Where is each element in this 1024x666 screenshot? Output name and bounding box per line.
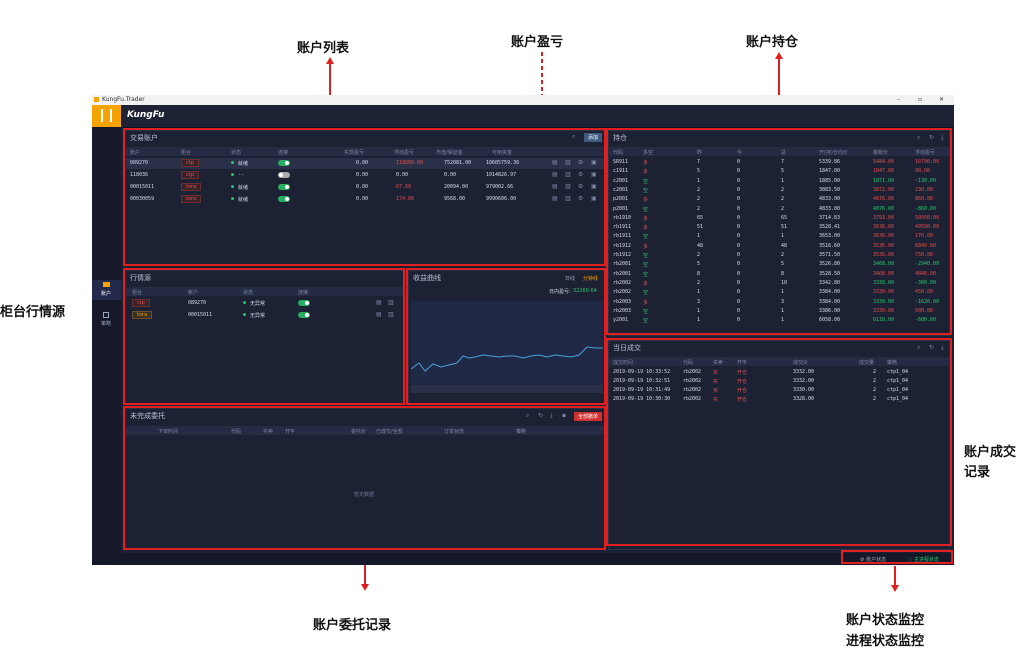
status-bar: ⚙ 账户状态 ◌ 主进程状态	[92, 553, 954, 565]
annotation-account-pnl: 账户盈亏	[511, 35, 564, 50]
highlight-pnl	[406, 268, 606, 405]
annotation-counter-market: 柜台行情源	[0, 305, 66, 320]
annotation-trades-1: 账户成交	[964, 445, 1017, 460]
arrow-head	[891, 585, 899, 592]
arrow-head	[326, 57, 334, 64]
annotation-account-positions: 账户持仓	[746, 35, 799, 50]
highlight-market	[123, 268, 405, 405]
arrow-status	[894, 566, 896, 586]
strategy-icon	[103, 312, 109, 318]
app-icon	[94, 97, 99, 102]
annotation-orders: 账户委托记录	[313, 618, 392, 633]
highlight-orders	[123, 406, 606, 550]
window-title: KungFu.Trader	[102, 96, 145, 103]
brand-name: KungFu	[127, 110, 165, 120]
sidebar-item-label: 账户	[101, 291, 112, 297]
brand-bar: KungFu	[121, 105, 954, 128]
arrow-head	[361, 584, 369, 591]
maximize-button[interactable]: ▫	[918, 96, 922, 103]
sidebar: 账户 策略	[92, 127, 121, 565]
sidebar-item-strategy[interactable]: 策略	[92, 310, 121, 330]
highlight-accounts	[123, 128, 606, 266]
sidebar-item-account[interactable]: 账户	[92, 280, 121, 300]
highlight-positions	[606, 128, 952, 335]
kungfu-logo	[92, 105, 121, 127]
annotation-trades-2: 记录	[964, 465, 991, 480]
highlight-trades	[606, 338, 952, 546]
annotation-status-2: 进程状态监控	[846, 634, 925, 649]
annotation-account-list: 账户列表	[297, 41, 350, 56]
account-icon	[103, 282, 110, 287]
close-button[interactable]: ✕	[939, 96, 944, 103]
sidebar-item-label: 策略	[101, 321, 112, 327]
annotation-status-1: 账户状态监控	[846, 613, 925, 628]
arrow-head	[775, 52, 783, 59]
minimize-button[interactable]: –	[897, 96, 900, 103]
highlight-status	[841, 550, 953, 564]
title-bar: KungFu.Trader – ▫ ✕	[92, 95, 954, 105]
